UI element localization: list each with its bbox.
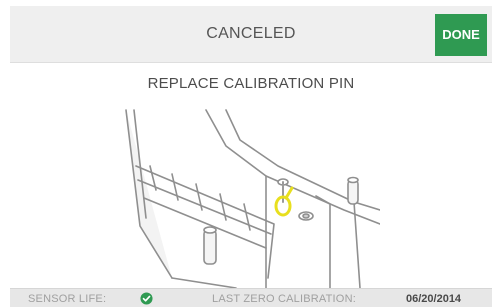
last-zero-calibration-date: 06/20/2014: [406, 293, 462, 305]
done-button[interactable]: DONE: [435, 14, 487, 56]
sensor-life-label: SENSOR LIFE:: [28, 293, 107, 305]
calibration-pin-illustration: [125, 109, 380, 288]
header-bar: CANCELED DONE: [10, 6, 492, 63]
check-circle-icon: [140, 292, 153, 305]
last-zero-calibration-label: LAST ZERO CALIBRATION:: [212, 293, 356, 305]
status-footer: SENSOR LIFE: LAST ZERO CALIBRATION: 06/2…: [10, 288, 492, 307]
instruction-text: REPLACE CALIBRATION PIN: [147, 75, 355, 92]
screen-title: CANCELED: [206, 25, 296, 42]
calibration-screen: CANCELED DONE REPLACE CALIBRATION PIN SE…: [0, 0, 495, 307]
